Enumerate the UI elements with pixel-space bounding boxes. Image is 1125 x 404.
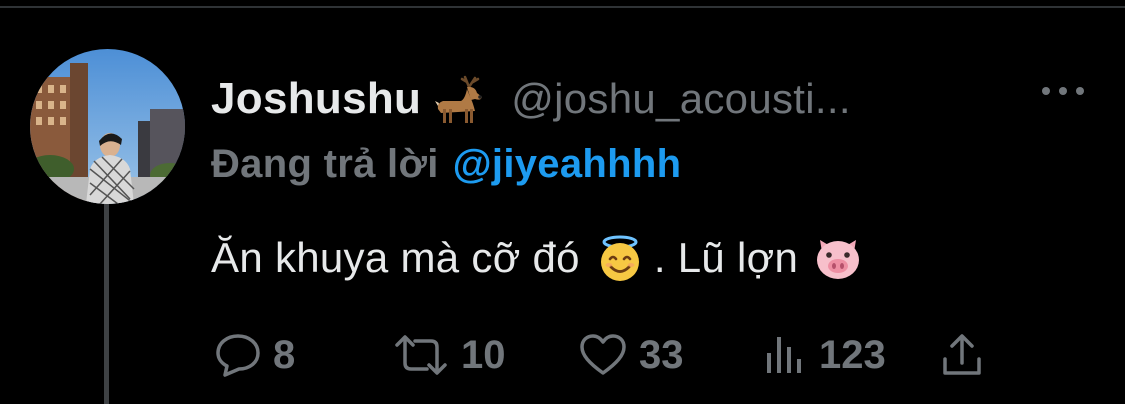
pig-face-icon	[812, 232, 864, 284]
display-name[interactable]: Joshushu	[211, 74, 421, 124]
top-divider	[0, 0, 1125, 8]
retweet-count: 10	[461, 332, 506, 377]
tweet-text: Ăn khuya mà cỡ đó . Lũ lợn	[211, 228, 872, 288]
avatar[interactable]	[30, 49, 185, 204]
tweet-header: Joshushu @joshu_acousti...	[211, 69, 1091, 129]
smiling-face-with-halo-icon	[594, 232, 646, 284]
reply-icon	[216, 334, 260, 377]
tweet-text-part-2: . Lũ lợn	[653, 234, 799, 281]
retweet-icon	[395, 335, 447, 375]
avatar-photo	[30, 49, 185, 204]
replying-to-label: Đang trả lời	[211, 141, 439, 186]
replying-to: Đang trả lời @jiyeahhhh	[211, 139, 681, 189]
like-count: 33	[639, 332, 684, 377]
reply-button[interactable]: 8	[215, 328, 295, 382]
views-chart-icon	[767, 337, 801, 373]
tweet-action-bar: 8 10 33 123	[211, 328, 1011, 382]
replying-to-mention-link[interactable]: @jiyeahhhh	[453, 142, 682, 187]
views-button[interactable]: 123	[763, 328, 886, 382]
views-count: 123	[819, 332, 886, 377]
share-icon	[943, 334, 981, 375]
more-options-icon[interactable]	[1040, 84, 1086, 98]
reply-count: 8	[273, 332, 296, 377]
like-button[interactable]: 33	[579, 328, 684, 382]
tweet-text-part-1: Ăn khuya mà cỡ đó	[211, 234, 580, 281]
deer-emoji-icon	[435, 73, 485, 125]
heart-icon	[580, 334, 626, 375]
thread-line	[104, 204, 109, 404]
user-handle[interactable]: @joshu_acousti...	[511, 75, 851, 123]
share-button[interactable]	[941, 328, 983, 382]
retweet-button[interactable]: 10	[393, 328, 506, 382]
